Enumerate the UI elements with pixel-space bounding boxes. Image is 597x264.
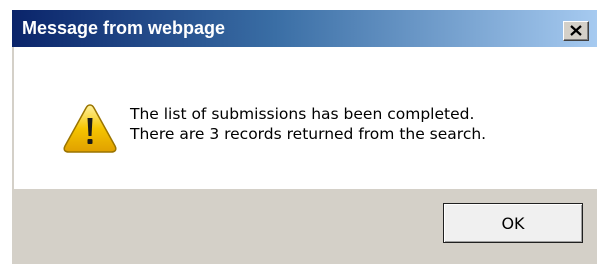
message-line-2: There are 3 records returned from the se… <box>130 125 487 143</box>
warning-icon <box>63 104 117 153</box>
dialog-title: Message from webpage <box>22 18 226 38</box>
dialog-message: The list of submissions has been complet… <box>130 104 486 144</box>
ok-button[interactable]: OK <box>443 203 583 243</box>
message-dialog: Message from webpage The list of submiss… <box>12 10 597 264</box>
dialog-content: The list of submissions has been complet… <box>14 47 597 189</box>
message-line-1: The list of submissions has been complet… <box>130 105 475 123</box>
close-button[interactable] <box>563 21 589 41</box>
dialog-titlebar[interactable]: Message from webpage <box>12 10 597 47</box>
close-icon <box>570 25 582 36</box>
